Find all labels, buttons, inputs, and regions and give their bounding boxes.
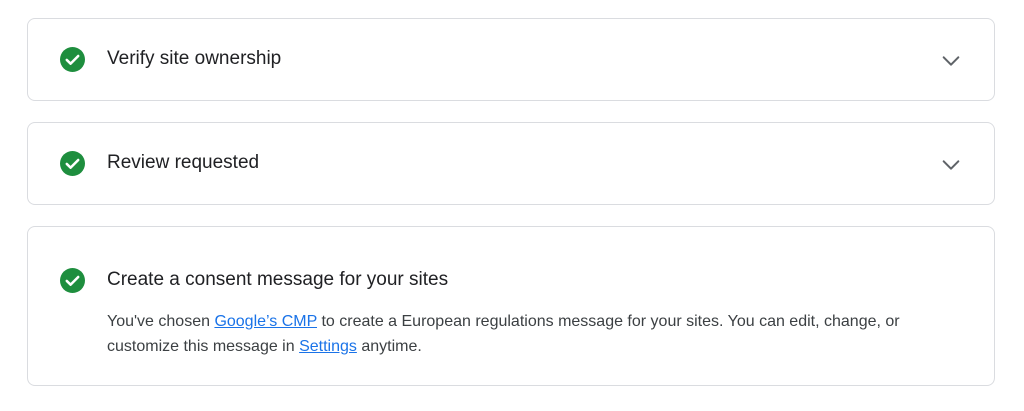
step-title: Review requested [107,152,260,173]
description-text: anytime. [356,338,422,355]
step-description: You've chosen Google’s CMP to create a E… [107,309,967,359]
chevron-down-icon[interactable] [940,154,962,176]
google-cmp-link[interactable]: Google’s CMP [214,313,317,330]
check-circle-icon [60,47,85,72]
step-card-verify-site-ownership[interactable]: Verify site ownership [27,18,995,101]
settings-link[interactable]: Settings [299,338,357,355]
step-card-consent-message: Create a consent message for your sites … [27,226,995,386]
check-circle-icon [60,151,85,176]
chevron-down-icon[interactable] [940,50,962,72]
step-title: Verify site ownership [107,48,282,69]
check-circle-icon [60,268,85,293]
step-title: Create a consent message for your sites [107,269,449,290]
step-card-review-requested[interactable]: Review requested [27,122,995,205]
description-text: You've chosen [107,313,215,330]
